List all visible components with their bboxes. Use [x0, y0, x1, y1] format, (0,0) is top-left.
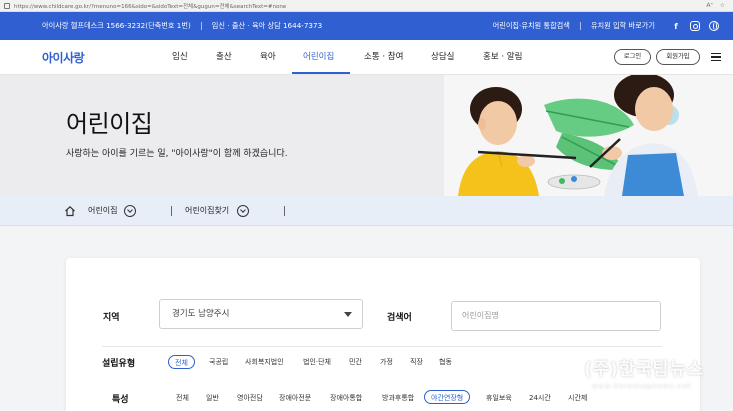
nav-item-parenting[interactable]: 육아 [260, 40, 276, 75]
keyword-placeholder: 어린이집명 [462, 311, 499, 320]
nav-item-news[interactable]: 홍보 · 알림 [483, 40, 522, 75]
breadcrumb-level1[interactable]: 어린이집 [88, 196, 117, 226]
page-title: 어린이집 [66, 110, 153, 138]
type-chip-all[interactable]: 전체 [168, 355, 195, 369]
page-subtitle: 사랑하는 아이를 기르는 일, "아이사랑"이 함께 하겠습니다. [66, 149, 288, 159]
keyword-label: 검색어 [387, 313, 412, 323]
feature-chip-disabled-special[interactable]: 장애아전문 [279, 391, 311, 405]
keyword-input[interactable]: 어린이집명 [451, 301, 661, 331]
nav-item-birth[interactable]: 출산 [216, 40, 232, 75]
feature-label: 특성 [112, 395, 129, 405]
utility-bar: 아이사랑 헬프데스크 1566-3232(단축번호 1번) 임신 · 출산 · … [0, 12, 733, 40]
url-field[interactable]: https://www.childcare.go.kr/?menuno=166&… [14, 2, 706, 10]
region-value: 경기도 남양주시 [172, 309, 230, 319]
home-icon[interactable] [64, 205, 76, 217]
hero-photo [444, 75, 733, 196]
search-panel: 지역 경기도 남양주시 검색어 어린이집명 설립유형 전체 국공립 사회복지법인… [66, 258, 700, 411]
hero-banner: 어린이집 사랑하는 아이를 기르는 일, "아이사랑"이 함께 하겠습니다. [0, 75, 733, 196]
divider [579, 22, 581, 30]
divider [284, 206, 285, 216]
site-logo[interactable]: 아이사랑 [42, 49, 85, 66]
helpdesk-text: 아이사랑 헬프데스크 1566-3232(단축번호 1번) [42, 21, 191, 30]
login-button[interactable]: 로그인 [614, 49, 651, 65]
feature-chip-holiday[interactable]: 휴일보육 [486, 391, 512, 405]
social-links: f [671, 21, 719, 31]
type-chip-cooperative[interactable]: 협동 [439, 355, 452, 369]
divider [102, 346, 662, 347]
divider [171, 206, 172, 216]
type-chip-private[interactable]: 민간 [349, 355, 362, 369]
chevron-down-icon[interactable] [124, 205, 136, 217]
dropdown-arrow-icon [344, 312, 352, 317]
breadcrumb: 어린이집 어린이집찾기 [0, 196, 733, 226]
type-chip-home[interactable]: 가정 [380, 355, 393, 369]
breadcrumb-level2[interactable]: 어린이집찾기 [185, 196, 229, 226]
browser-address-bar: https://www.childcare.go.kr/?menuno=166&… [0, 0, 733, 12]
type-chip-corporate[interactable]: 법인·단체 [303, 355, 331, 369]
browser-actions: A⁺ ☆ [706, 2, 725, 9]
feature-chip-disabled-integrated[interactable]: 장애아통합 [330, 391, 362, 405]
type-chip-public[interactable]: 국공립 [209, 355, 228, 369]
type-label: 설립유형 [102, 359, 136, 369]
divider [200, 22, 202, 30]
region-select[interactable]: 경기도 남양주시 [159, 299, 363, 329]
feature-chip-all[interactable]: 전체 [176, 391, 189, 405]
signup-button[interactable]: 회원가입 [656, 49, 700, 65]
counsel-text: 임신 · 출산 · 육아 상담 1644-7373 [211, 21, 323, 30]
feature-chip-infant[interactable]: 영아전담 [237, 391, 263, 405]
region-label: 지역 [103, 313, 120, 323]
feature-chip-night-extended[interactable]: 야간연장형 [424, 390, 471, 404]
feature-chip-24h[interactable]: 24시간 [529, 391, 551, 405]
chevron-down-icon[interactable] [237, 205, 249, 217]
kindergarten-link[interactable]: 유치원 입학 바로가기 [591, 21, 655, 31]
children-painting-illustration [444, 75, 733, 196]
feature-chip-after-school[interactable]: 방과후통합 [382, 391, 414, 405]
nav-item-community[interactable]: 소통 · 참여 [364, 40, 403, 75]
nav-item-daycare[interactable]: 어린이집 [303, 40, 334, 75]
logo-text: 아이사랑 [42, 51, 85, 65]
lock-icon [4, 2, 10, 9]
facebook-icon[interactable]: f [671, 21, 681, 31]
nav-item-counseling[interactable]: 상담실 [431, 40, 454, 75]
menu-icon[interactable] [711, 53, 721, 61]
utility-links: 어린이집·유치원 통합검색 유치원 입학 바로가기 f [493, 12, 719, 40]
instagram-icon[interactable] [690, 21, 700, 31]
nav-item-pregnancy[interactable]: 임신 [172, 40, 188, 75]
page: https://www.childcare.go.kr/?menuno=166&… [0, 0, 733, 411]
feature-chip-hourly[interactable]: 시간제 [568, 391, 587, 405]
main-nav: 아이사랑 임신 출산 육아 어린이집 소통 · 참여 상담실 홍보 · 알림 로… [0, 40, 733, 75]
favorite-icon[interactable]: ☆ [720, 2, 725, 9]
type-chip-workplace[interactable]: 직장 [410, 355, 423, 369]
integrated-search-link[interactable]: 어린이집·유치원 통합검색 [493, 21, 570, 31]
feature-chip-general[interactable]: 일반 [206, 391, 219, 405]
globe-icon[interactable] [709, 21, 719, 31]
type-chip-welfare[interactable]: 사회복지법인 [245, 355, 284, 369]
read-aloud-icon[interactable]: A⁺ [706, 2, 713, 9]
active-nav-indicator [292, 72, 350, 74]
